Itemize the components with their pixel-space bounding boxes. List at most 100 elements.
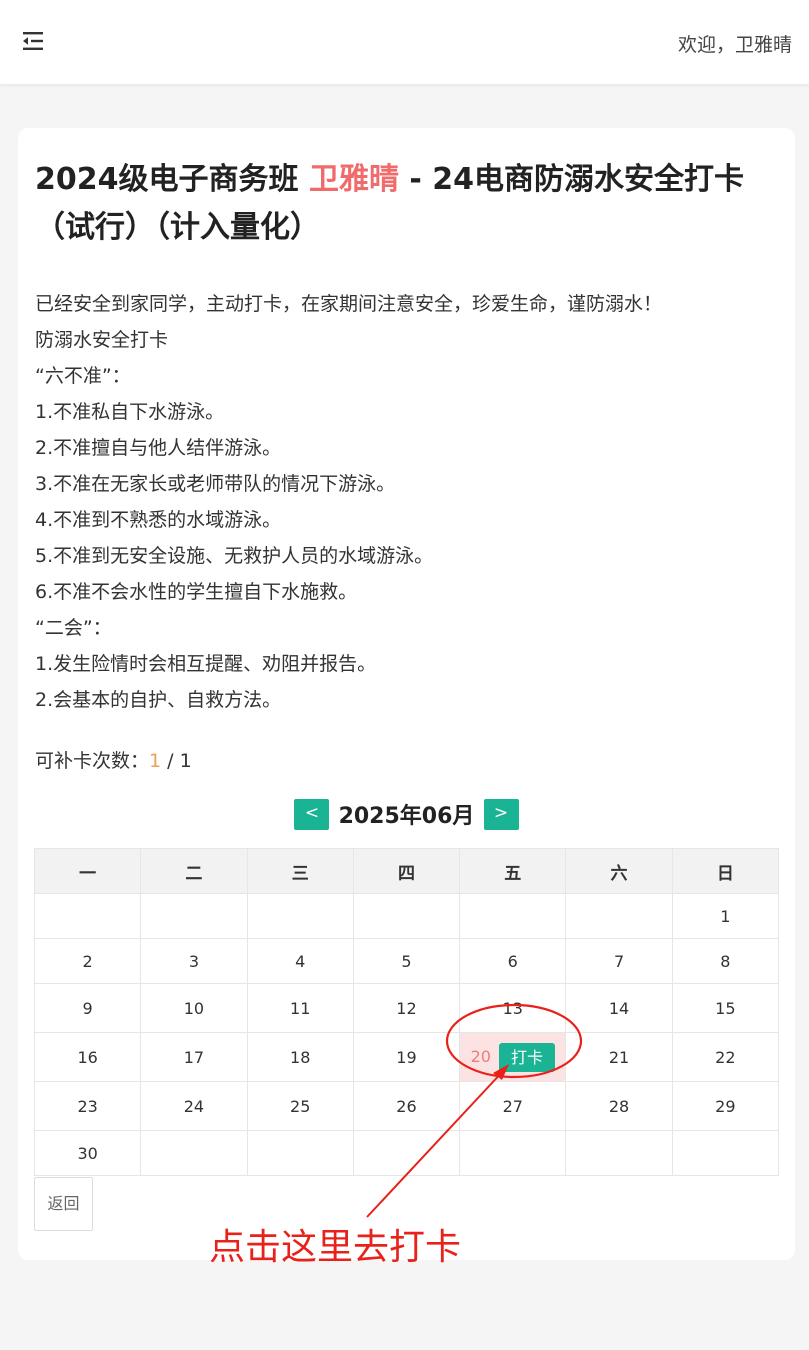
calendar-day-cell: 14 <box>565 983 673 1033</box>
retry-used: 1 <box>149 750 162 772</box>
day-number: 18 <box>290 1047 311 1067</box>
menu-fold-icon[interactable] <box>22 31 44 51</box>
description-line: 2.会基本的自护、自救方法。 <box>35 689 282 711</box>
description-line: 6.不准不会水性的学生擅自下水施救。 <box>35 581 358 603</box>
next-month-button[interactable]: > <box>483 798 519 830</box>
day-number: 26 <box>396 1096 417 1116</box>
calendar-day-cell: 3 <box>140 938 248 984</box>
calendar-day-cell: 5 <box>352 938 461 984</box>
day-number: 3 <box>188 951 200 971</box>
day-number: 23 <box>77 1096 98 1116</box>
calendar-day-cell: 30 <box>33 1130 142 1176</box>
calendar-day-cell: 2 <box>33 938 142 984</box>
calendar-day-cell: 16 <box>33 1032 142 1082</box>
weekday-header: 五 <box>459 848 567 894</box>
description-line: 已经安全到家同学，主动打卡，在家期间注意安全，珍爱生命，谨防溺水！ <box>35 293 663 315</box>
calendar-empty-cell <box>140 1130 248 1176</box>
calendar-day-cell: 15 <box>671 983 780 1033</box>
calendar-empty-cell <box>459 1130 567 1176</box>
day-number: 24 <box>183 1096 205 1116</box>
day-number: 8 <box>720 951 731 971</box>
calendar-day-cell: 9 <box>33 983 142 1033</box>
calendar-day-cell: 21 <box>565 1032 673 1082</box>
description-line: “六不准”： <box>35 365 131 387</box>
retry-count: 可补卡次数：1 / 1 <box>35 746 192 773</box>
calendar-day-cell: 17 <box>140 1032 248 1082</box>
calendar-week-row: 23 24 25 26 27 28 29 <box>33 1081 780 1131</box>
calendar-day-cell: 6 <box>459 938 567 984</box>
description-line: 防溺水安全打卡 <box>35 329 169 351</box>
calendar-day-cell: 22 <box>671 1032 780 1082</box>
day-number: 21 <box>608 1047 630 1067</box>
day-number: 14 <box>608 998 630 1018</box>
month-label: 2025年06月 <box>338 804 475 829</box>
description-line: 5.不准到无安全设施、无救护人员的水域游泳。 <box>35 545 434 567</box>
calendar-empty-cell <box>459 893 567 939</box>
calendar-week-row: 1 <box>33 893 780 939</box>
day-number: 29 <box>715 1096 736 1116</box>
calendar-empty-cell <box>140 893 248 939</box>
day-number: 10 <box>183 998 205 1018</box>
day-number: 15 <box>715 998 736 1018</box>
calendar-day-cell: 25 <box>246 1081 354 1131</box>
calendar-week-row: 2 3 4 5 6 7 8 <box>33 938 780 984</box>
weekday-header: 六 <box>565 848 673 894</box>
description-line: 3.不准在无家长或老师带队的情况下游泳。 <box>35 473 396 495</box>
calendar-day-cell: 29 <box>671 1081 780 1131</box>
weekday-header: 一 <box>33 848 142 894</box>
calendar-header-row: 一二三四五六日 <box>33 848 780 894</box>
day-number: 6 <box>507 951 518 971</box>
calendar-body: 1 2 3 4 5 6 7 8 9 10 11 12 13 14 15 16 17 18 19 20 打卡 21 22 23 2… <box>33 893 780 1176</box>
day-number: 25 <box>290 1096 311 1116</box>
day-number: 16 <box>77 1047 98 1067</box>
calendar-empty-cell <box>352 893 461 939</box>
calendar-empty-cell <box>671 1130 780 1176</box>
calendar-empty-cell <box>565 1130 673 1176</box>
retry-total: 1 <box>179 750 192 772</box>
calendar-week-row: 16 17 18 19 20 打卡 21 22 <box>33 1032 780 1082</box>
day-number: 22 <box>715 1047 736 1067</box>
task-description: 已经安全到家同学，主动打卡，在家期间注意安全，珍爱生命，谨防溺水！ 防溺水安全打卡… <box>35 286 780 718</box>
calendar-day-cell-today: 20 打卡 <box>459 1032 567 1082</box>
day-number: 28 <box>608 1096 630 1116</box>
day-number: 1 <box>720 906 731 926</box>
calendar-day-cell: 4 <box>246 938 354 984</box>
page-title: 2024级电子商务班 卫雅晴 - 24电商防溺水安全打卡（试行）（计入量化） <box>35 156 780 252</box>
weekday-header: 二 <box>140 848 248 894</box>
calendar-day-cell: 27 <box>459 1081 567 1131</box>
calendar-day-cell: 1 <box>671 893 780 939</box>
description-line: 4.不准到不熟悉的水域游泳。 <box>35 509 282 531</box>
day-number: 4 <box>295 951 306 971</box>
title-prefix: 2024级电子商务班 <box>35 162 309 197</box>
back-button[interactable]: 返回 <box>34 1177 93 1231</box>
calendar-table: 一二三四五六日 1 2 3 4 5 6 7 8 9 10 11 12 13 14 15 16 17 18 19 20 打… <box>33 848 780 1176</box>
day-number: 12 <box>396 998 417 1018</box>
day-number: 11 <box>290 998 311 1018</box>
day-number: 5 <box>401 951 412 971</box>
calendar-week-row: 9 10 11 12 13 14 15 <box>33 983 780 1033</box>
calendar-empty-cell <box>246 1130 354 1176</box>
calendar-day-cell: 8 <box>671 938 780 984</box>
checkin-button[interactable]: 打卡 <box>498 1042 555 1072</box>
calendar-week-row: 30 <box>33 1130 780 1176</box>
calendar-day-cell: 18 <box>246 1032 354 1082</box>
month-nav: < 2025年06月 > <box>18 798 795 832</box>
welcome-text: 欢迎，卫雅晴 <box>677 34 792 56</box>
day-number: 30 <box>77 1143 98 1163</box>
calendar-day-cell: 13 <box>459 983 567 1033</box>
annotation-text: 点击这里去打卡 <box>209 1227 462 1268</box>
retry-label: 可补卡次数： <box>35 750 150 772</box>
day-number: 19 <box>396 1047 417 1067</box>
weekday-header: 日 <box>671 848 780 894</box>
weekday-header: 三 <box>246 848 354 894</box>
prev-month-button[interactable]: < <box>294 798 330 830</box>
day-number: 27 <box>502 1096 523 1116</box>
calendar-day-cell: 7 <box>565 938 673 984</box>
calendar-empty-cell <box>246 893 354 939</box>
description-line: “二会”： <box>35 617 112 639</box>
day-number: 7 <box>613 951 625 971</box>
calendar-empty-cell <box>565 893 673 939</box>
day-number: 20 <box>470 1046 491 1066</box>
top-bar: 欢迎，卫雅晴 <box>0 0 809 84</box>
calendar-empty-cell <box>352 1130 461 1176</box>
